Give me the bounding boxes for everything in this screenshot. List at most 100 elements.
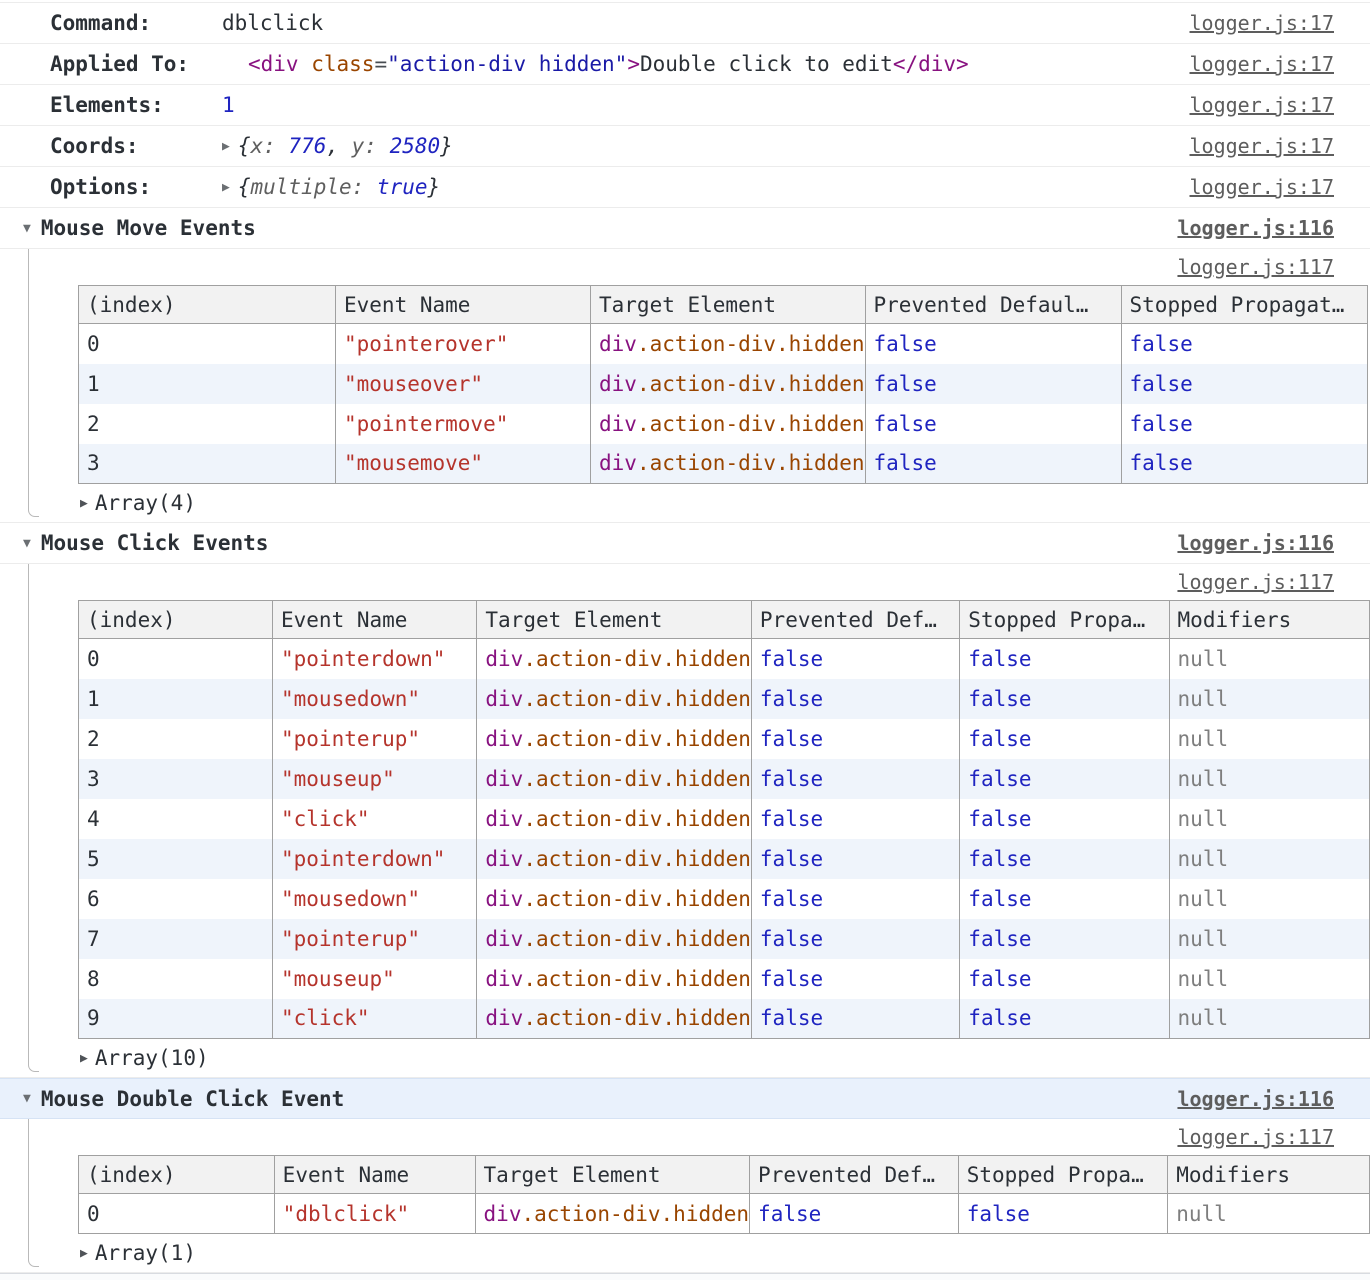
table-cell: null: [1169, 679, 1369, 719]
group-header-mouse-double-click-event[interactable]: Mouse Double Click Event logger.js:116: [0, 1078, 1370, 1119]
table-cell: 0: [79, 324, 336, 364]
source-link[interactable]: logger.js:17: [1190, 44, 1335, 84]
column-header[interactable]: Prevented Defaul…: [865, 286, 1121, 324]
array-summary-row[interactable]: Array(10): [0, 1039, 1370, 1077]
group-header-mouse-click-events[interactable]: Mouse Click Events logger.js:116: [0, 523, 1370, 564]
table-cell: div.action-div.hidden: [591, 444, 866, 484]
source-link[interactable]: logger.js:117: [1177, 255, 1334, 279]
collapse-triangle-icon[interactable]: [23, 537, 31, 550]
selector-tag: div: [485, 967, 523, 991]
mouse-move-events-table: (index)Event NameTarget ElementPrevented…: [78, 285, 1368, 484]
selector-tag: div: [485, 807, 523, 831]
brace: {: [238, 175, 251, 199]
table-cell: null: [1169, 839, 1369, 879]
table-cell: false: [1121, 364, 1367, 404]
expand-triangle-icon[interactable]: [222, 140, 230, 153]
table-cell: div.action-div.hidden: [477, 639, 752, 679]
column-header[interactable]: Prevented Def…: [750, 1156, 959, 1194]
table-cell: div.action-div.hidden: [477, 719, 752, 759]
table-cell: 7: [79, 919, 273, 959]
table-cell: 2: [79, 404, 336, 444]
column-header[interactable]: Stopped Propa…: [958, 1156, 1168, 1194]
table-cell: "pointerup": [273, 919, 477, 959]
options-object-preview[interactable]: {multiple: true}: [238, 175, 440, 199]
column-header[interactable]: Target Element: [477, 601, 752, 639]
array-summary-row[interactable]: Array(4): [0, 484, 1370, 522]
selector-classes: .action-div.hidden: [523, 1006, 751, 1030]
table-cell: "pointerover": [336, 324, 591, 364]
array-summary-row[interactable]: Array(1): [0, 1234, 1370, 1272]
table-cell: div.action-div.hidden: [477, 679, 752, 719]
column-header[interactable]: (index): [79, 601, 273, 639]
source-link[interactable]: logger.js:117: [1177, 570, 1334, 594]
table-cell: "mouseup": [273, 759, 477, 799]
collapse-triangle-icon[interactable]: [23, 1092, 31, 1105]
table-cell: false: [751, 999, 959, 1039]
table-row: 1"mouseover"div.action-div.hiddenfalsefa…: [79, 364, 1368, 404]
source-link[interactable]: logger.js:116: [1177, 208, 1334, 248]
table-cell: null: [1169, 759, 1369, 799]
table-cell: 6: [79, 879, 273, 919]
group-header-mouse-move-events[interactable]: Mouse Move Events logger.js:116: [0, 208, 1370, 249]
element-inner-text: Double click to edit: [640, 52, 893, 76]
object-key: x:: [250, 134, 288, 158]
source-link[interactable]: logger.js:116: [1177, 523, 1334, 563]
source-link[interactable]: logger.js:17: [1190, 126, 1335, 166]
table-cell: false: [960, 719, 1169, 759]
element-tag-open: <div: [248, 52, 311, 76]
object-value: 776: [288, 134, 326, 158]
source-link[interactable]: logger.js:116: [1177, 1079, 1334, 1118]
column-header[interactable]: Event Name: [274, 1156, 475, 1194]
table-cell: false: [960, 759, 1169, 799]
column-header[interactable]: Stopped Propa…: [960, 601, 1169, 639]
table-cell: div.action-div.hidden: [477, 999, 752, 1039]
brace: {: [238, 134, 251, 158]
selector-tag: div: [599, 332, 637, 356]
table-cell: false: [1121, 324, 1367, 364]
table-cell: "pointerdown": [273, 639, 477, 679]
column-header[interactable]: Stopped Propagat…: [1121, 286, 1367, 324]
expand-triangle-icon[interactable]: [222, 181, 230, 194]
coords-object-preview[interactable]: {x: 776, y: 2580}: [238, 134, 453, 158]
table-cell: false: [865, 444, 1121, 484]
column-header[interactable]: Target Element: [591, 286, 866, 324]
source-link[interactable]: logger.js:17: [1190, 167, 1335, 207]
table-cell: "pointermove": [336, 404, 591, 444]
table-cell: false: [960, 879, 1169, 919]
table-cell: div.action-div.hidden: [591, 364, 866, 404]
table-cell: false: [751, 679, 959, 719]
column-header[interactable]: (index): [79, 1156, 275, 1194]
array-summary-label: Array(1): [95, 1241, 196, 1265]
selector-classes: .action-div.hidden: [523, 927, 751, 951]
column-header[interactable]: Modifiers: [1169, 601, 1369, 639]
column-header[interactable]: Event Name: [336, 286, 591, 324]
table-cell: null: [1169, 799, 1369, 839]
table-cell: div.action-div.hidden: [475, 1194, 750, 1234]
group-title: Mouse Click Events: [41, 531, 269, 555]
column-header[interactable]: Prevented Def…: [751, 601, 959, 639]
expand-triangle-icon[interactable]: [80, 1052, 88, 1065]
table-cell: 4: [79, 799, 273, 839]
array-summary-label: Array(4): [95, 491, 196, 515]
table-cell: div.action-div.hidden: [477, 879, 752, 919]
column-header[interactable]: Target Element: [475, 1156, 750, 1194]
applied-element[interactable]: <div class="action-div hidden">Double cl…: [248, 52, 969, 76]
table-cell: "mouseover": [336, 364, 591, 404]
table-row: 5"pointerdown"div.action-div.hiddenfalse…: [79, 839, 1370, 879]
table-row: 4"click"div.action-div.hiddenfalsefalsen…: [79, 799, 1370, 839]
source-link[interactable]: logger.js:17: [1190, 85, 1335, 125]
column-header[interactable]: (index): [79, 286, 336, 324]
table-cell: false: [960, 799, 1169, 839]
expand-triangle-icon[interactable]: [80, 1247, 88, 1260]
column-header[interactable]: Modifiers: [1168, 1156, 1370, 1194]
table-cell: div.action-div.hidden: [591, 404, 866, 444]
expand-triangle-icon[interactable]: [80, 497, 88, 510]
row-value-elements: 1: [222, 93, 235, 117]
table-log-row: logger.js:117: [0, 564, 1370, 600]
source-link[interactable]: logger.js:117: [1177, 1125, 1334, 1149]
collapse-triangle-icon[interactable]: [23, 222, 31, 235]
column-header[interactable]: Event Name: [273, 601, 477, 639]
table-cell: null: [1168, 1194, 1370, 1234]
source-link[interactable]: logger.js:17: [1190, 3, 1335, 43]
table-cell: null: [1169, 919, 1369, 959]
